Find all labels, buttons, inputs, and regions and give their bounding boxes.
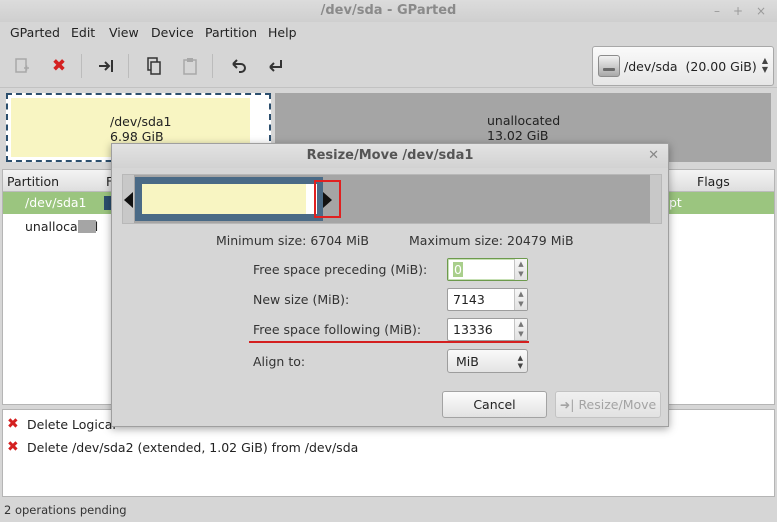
- partition-size: 6.98 GiB: [110, 129, 164, 144]
- free-following-input[interactable]: 13336 ▲ ▼: [447, 318, 528, 341]
- partition-name: /dev/sda1: [110, 114, 172, 129]
- delete-op-icon: ✖: [7, 416, 19, 432]
- align-value: MiB: [456, 354, 479, 369]
- handle-highlight-box: [314, 180, 341, 218]
- row-partition: /dev/sda1: [25, 195, 87, 210]
- menu-help[interactable]: Help: [268, 25, 297, 40]
- spin-arrows-icon[interactable]: ▲ ▼: [514, 319, 527, 340]
- align-label: Align to:: [253, 354, 306, 369]
- dialog-title: Resize/Move /dev/sda1: [306, 148, 474, 163]
- column-header-flags[interactable]: Flags: [697, 174, 730, 189]
- maximize-button[interactable]: +: [729, 2, 747, 20]
- resize-move-button[interactable]: ➜| Resize/Move: [555, 391, 661, 418]
- resize-move-button-icon: ➜|: [559, 397, 575, 412]
- combo-arrows-icon: ▲ ▼: [517, 354, 523, 370]
- toolbar-separator: [81, 54, 82, 78]
- new-icon[interactable]: [10, 54, 34, 78]
- spin-arrows-icon[interactable]: ▲ ▼: [514, 259, 527, 280]
- new-size-label: New size (MiB):: [253, 292, 350, 307]
- menu-edit[interactable]: Edit: [71, 25, 95, 40]
- highlight-underline: [249, 341, 529, 343]
- spin-value: 0: [453, 262, 463, 277]
- delete-icon[interactable]: ✖: [47, 54, 71, 78]
- left-resize-handle-icon[interactable]: [124, 192, 133, 208]
- resize-move-button-label: Resize/Move: [578, 397, 657, 412]
- minimum-size-label: Minimum size: 6704 MiB: [216, 233, 369, 248]
- resize-move-dialog: Resize/Move /dev/sda1 ✕ Minimum size: 67…: [111, 143, 669, 427]
- resize-move-icon[interactable]: [94, 54, 118, 78]
- align-select[interactable]: MiB ▲ ▼: [447, 349, 528, 373]
- undo-icon[interactable]: [227, 54, 251, 78]
- window-title: /dev/sda - GParted: [320, 3, 457, 18]
- column-header-partition[interactable]: Partition: [7, 174, 59, 189]
- menu-device[interactable]: Device: [151, 25, 194, 40]
- new-size-input[interactable]: 7143 ▲ ▼: [447, 288, 528, 311]
- close-button[interactable]: ×: [752, 2, 770, 20]
- spin-value: 7143: [453, 292, 485, 307]
- partition-size: 13.02 GiB: [487, 128, 549, 143]
- free-following-label: Free space following (MiB):: [253, 322, 422, 337]
- partition-name: unallocated: [487, 113, 561, 128]
- harddisk-icon: [598, 55, 620, 77]
- slider-right-pad: [650, 175, 661, 223]
- maximum-size-label: Maximum size: 20479 MiB: [409, 233, 574, 248]
- spin-arrows-icon[interactable]: ▲ ▼: [514, 289, 527, 310]
- window-title-bar: /dev/sda - GParted – + ×: [0, 0, 777, 22]
- operation-text: Delete Logical: [27, 417, 116, 432]
- menu-partition[interactable]: Partition: [205, 25, 257, 40]
- menu-bar: GParted Edit View Device Partition Help: [0, 22, 777, 44]
- menu-gparted[interactable]: GParted: [10, 25, 60, 40]
- row-flags: pt: [669, 195, 682, 210]
- apply-icon[interactable]: [263, 54, 287, 78]
- combo-arrows-icon: ▲ ▼: [761, 56, 768, 74]
- filesystem-color-swatch: [78, 220, 96, 233]
- free-preceding-label: Free space preceding (MiB):: [253, 262, 428, 277]
- menu-view[interactable]: View: [109, 25, 139, 40]
- status-bar: 2 operations pending: [4, 503, 127, 517]
- delete-op-icon: ✖: [7, 439, 19, 455]
- free-preceding-input[interactable]: 0 ▲ ▼: [447, 258, 528, 281]
- partition-slider-block[interactable]: [135, 177, 323, 221]
- paste-icon[interactable]: [178, 54, 202, 78]
- device-selector[interactable]: /dev/sda (20.00 GiB) ▲ ▼: [592, 46, 774, 86]
- operation-text: Delete /dev/sda2 (extended, 1.02 GiB) fr…: [27, 440, 359, 455]
- dialog-title-bar: Resize/Move /dev/sda1 ✕: [112, 144, 668, 168]
- toolbar-separator: [212, 54, 213, 78]
- cancel-button[interactable]: Cancel: [442, 391, 547, 418]
- spin-value: 13336: [453, 322, 493, 337]
- device-label: /dev/sda (20.00 GiB): [624, 59, 757, 74]
- toolbar-separator: [128, 54, 129, 78]
- copy-icon[interactable]: [142, 54, 166, 78]
- dialog-close-icon[interactable]: ✕: [648, 148, 659, 163]
- resize-slider[interactable]: [122, 174, 662, 224]
- used-space-fill: [142, 184, 306, 214]
- minimize-button[interactable]: –: [708, 2, 726, 20]
